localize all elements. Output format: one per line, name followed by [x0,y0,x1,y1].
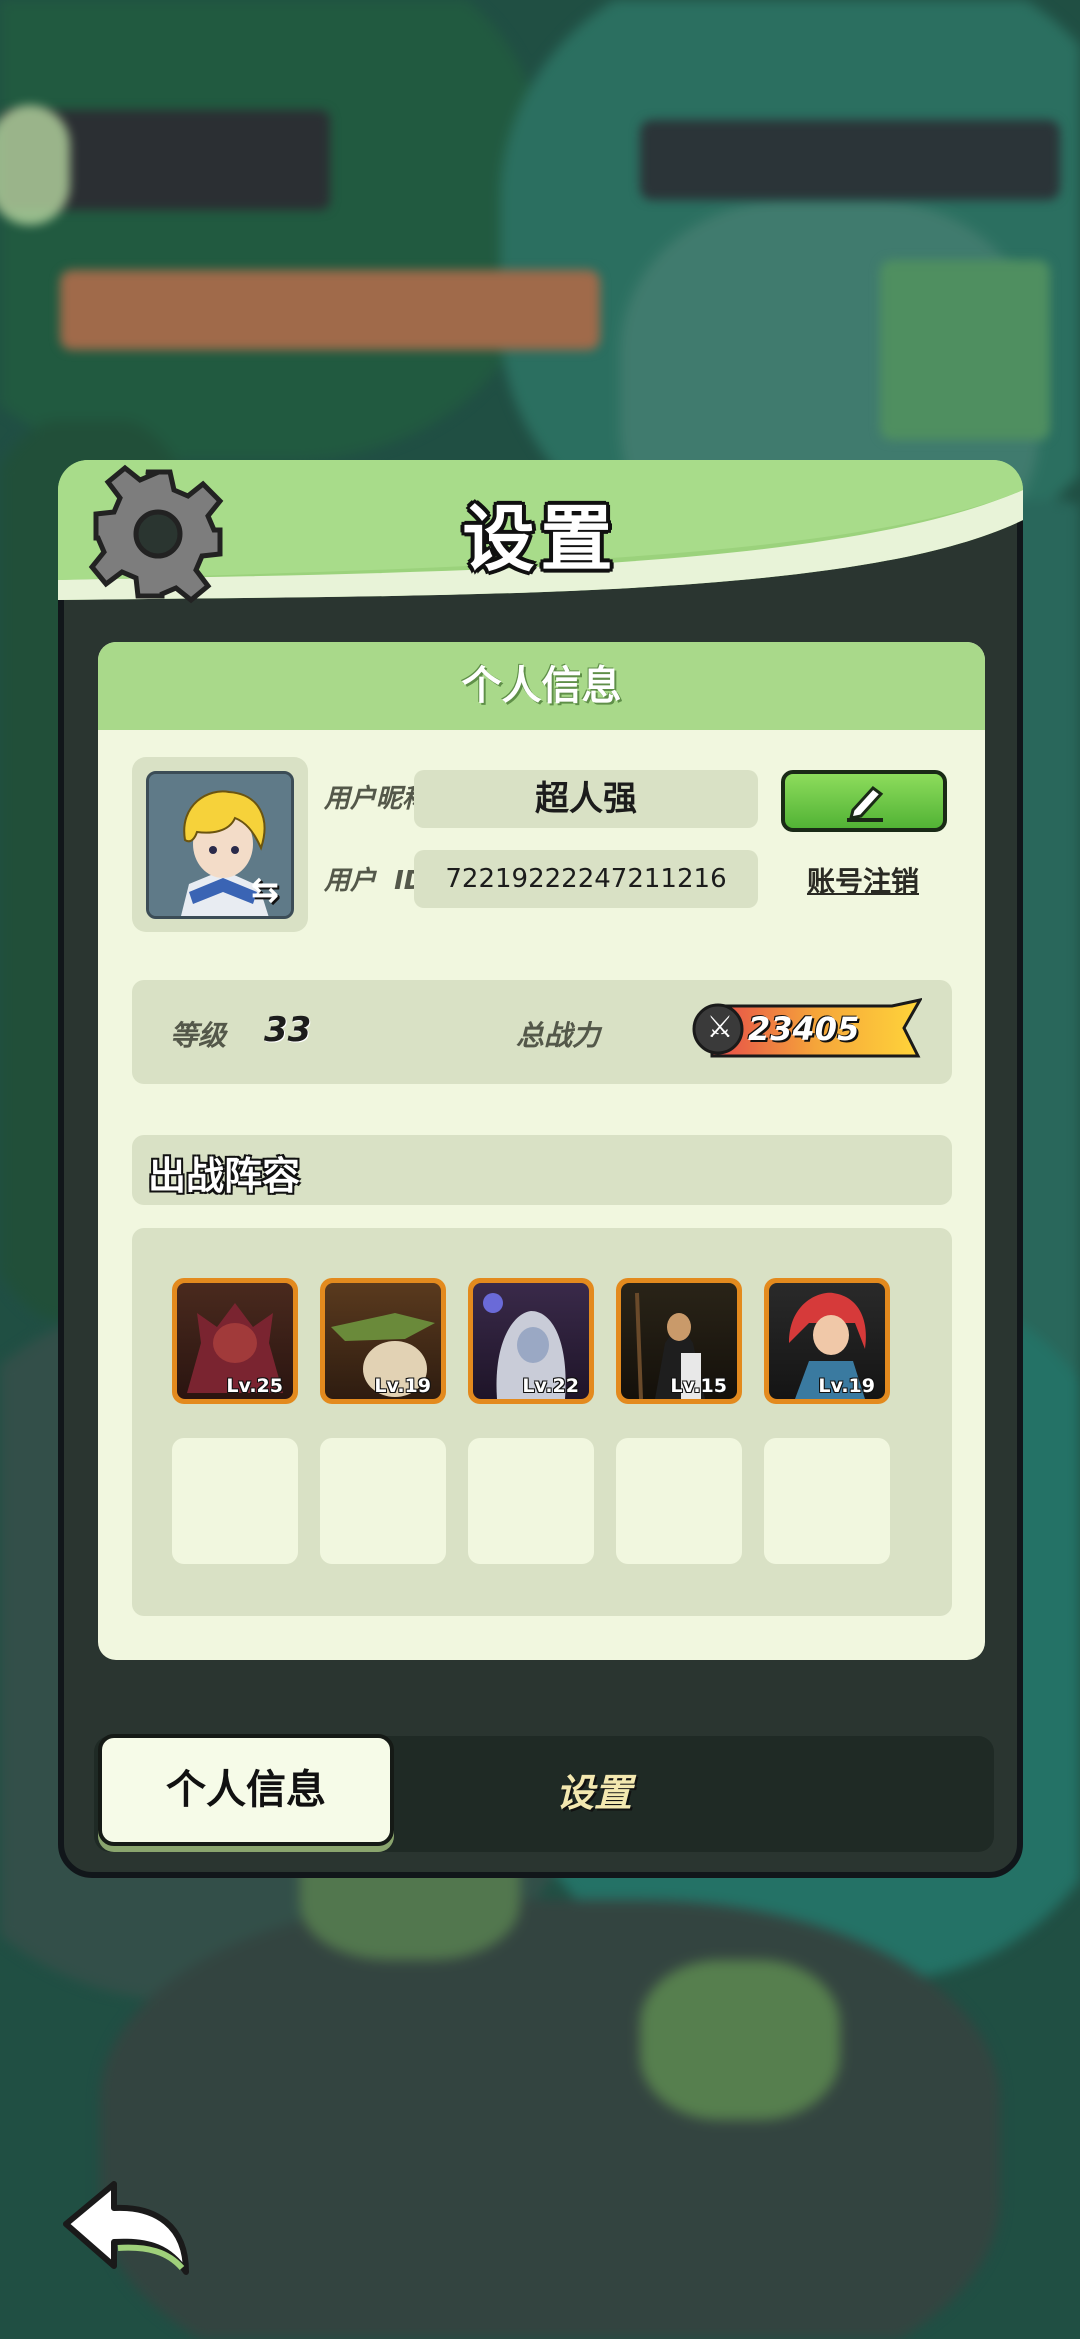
hud-currency-bar [640,120,1060,200]
lineup-title: 出战阵容 [148,1154,301,1198]
back-arrow-icon[interactable] [58,2176,194,2282]
empty-hero-slot[interactable] [172,1438,298,1564]
empty-hero-slot[interactable] [764,1438,890,1564]
level-label: 等级 [170,1019,227,1052]
hero-level: Lv.25 [226,1375,283,1397]
power-value: 23405 [748,1010,860,1048]
hero-level: Lv.15 [670,1375,727,1397]
tab-settings[interactable]: 设置 [494,1762,694,1817]
lineup-area: Lv.25 Lv.19 Lv.22 Lv.15 Lv.19 [132,1228,952,1616]
user-id-label: 用户 ID [324,866,426,896]
power-label: 总战力 [516,1019,601,1052]
swap-icon[interactable]: ⇆ [245,870,285,910]
hero-card[interactable]: Lv.22 [468,1278,594,1404]
hero-portrait: Lv.22 [473,1283,589,1399]
lineup-header: 出战阵容 [132,1135,952,1205]
hero-card[interactable]: Lv.19 [764,1278,890,1404]
power-badge: ⚔ 23405 [692,998,922,1060]
modal-title: 设置 [462,497,619,581]
nickname-label: 用户昵称 [324,784,429,814]
hud-hero-strip [60,270,600,350]
user-id-field: 72219222247211216 [414,850,758,908]
crossed-swords-icon: ⚔ [706,1010,734,1045]
hero-level: Lv.19 [374,1375,431,1397]
empty-hero-slot[interactable] [320,1438,446,1564]
modal-header: 设置 [58,460,1023,610]
settings-modal: 设置 个人信息 ⇆ 用户昵称 超人强 用户 ID 722192222472112… [58,460,1023,1878]
hero-level: Lv.22 [522,1375,579,1397]
profile-panel: 个人信息 ⇆ 用户昵称 超人强 用户 ID 72219222247211216 … [98,642,985,1660]
hero-card[interactable]: Lv.15 [616,1278,742,1404]
hero-portrait: Lv.15 [621,1283,737,1399]
hero-portrait: Lv.19 [325,1283,441,1399]
empty-hero-slot[interactable] [616,1438,742,1564]
user-id-value: 72219222247211216 [445,864,727,894]
nickname-field: 超人强 [414,770,758,828]
hero-card[interactable]: Lv.25 [172,1278,298,1404]
hud-avatar-ring [0,105,70,225]
hero-portrait: Lv.19 [769,1283,885,1399]
hero-level: Lv.19 [818,1375,875,1397]
nickname-value: 超人强 [535,779,637,819]
cancel-account-link[interactable]: 账号注销 [788,860,938,900]
avatar[interactable]: ⇆ [146,771,294,919]
stats-bar: 等级 33 总战力 ⚔ 23405 [132,980,952,1084]
panel-title: 个人信息 [98,642,985,730]
edit-nickname-button[interactable] [781,770,947,832]
hero-card[interactable]: Lv.19 [320,1278,446,1404]
hero-portrait: Lv.25 [177,1283,293,1399]
empty-hero-slot[interactable] [468,1438,594,1564]
tab-personal-info[interactable]: 个人信息 [98,1734,394,1846]
pencil-icon [847,785,884,822]
avatar-frame[interactable]: ⇆ [132,757,308,932]
hud-minimap [880,260,1050,440]
level-value: 33 [264,1010,312,1050]
